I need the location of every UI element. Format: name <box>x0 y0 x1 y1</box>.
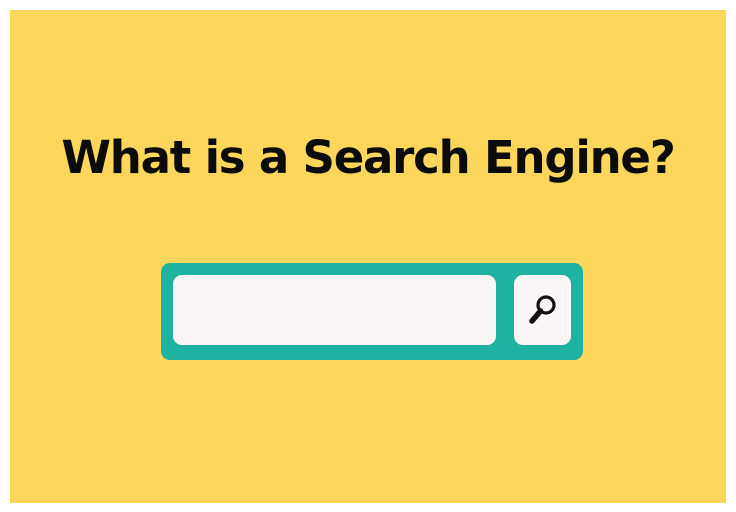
search-bar <box>161 263 583 360</box>
banner: What is a Search Engine? <box>10 10 726 503</box>
search-button[interactable] <box>514 275 571 345</box>
search-input[interactable] <box>173 275 496 345</box>
magnifying-glass-icon <box>526 290 560 330</box>
headline: What is a Search Engine? <box>61 131 675 184</box>
